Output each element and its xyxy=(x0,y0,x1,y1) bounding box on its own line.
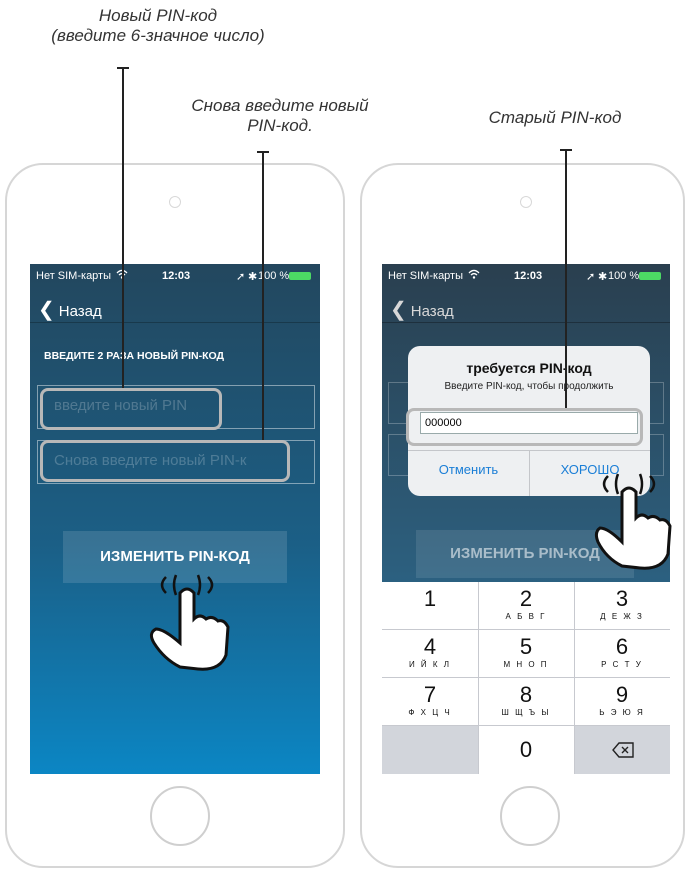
key-empty xyxy=(382,726,478,774)
back-label: Назад xyxy=(58,303,102,320)
keypad-grid-v1 xyxy=(478,582,479,774)
key-3[interactable]: 3Д Е Ж З xyxy=(574,582,670,629)
back-button[interactable]: ❮ Назад xyxy=(390,297,454,322)
pointer-line-old-pin xyxy=(565,150,567,408)
pointer-cap-old-pin xyxy=(560,149,572,151)
bluetooth-icon: ✱ xyxy=(598,271,608,283)
dialog-cancel-button[interactable]: Отменить xyxy=(408,450,529,496)
backspace-icon xyxy=(612,742,634,758)
dialog-message: Введите PIN-код, чтобы продолжить xyxy=(444,381,614,392)
pointer-cap-confirm-pin xyxy=(257,151,269,153)
clock: 12:03 xyxy=(162,270,191,282)
keypad-grid-h3 xyxy=(382,725,670,726)
key-8[interactable]: 8Ш Щ Ъ Ы xyxy=(478,678,574,725)
chevron-left-icon: ❮ xyxy=(390,299,407,321)
key-6[interactable]: 6Р С Т У xyxy=(574,630,670,677)
header-divider xyxy=(30,322,320,323)
back-button[interactable]: ❮ Назад xyxy=(38,297,102,322)
keypad-grid-h1 xyxy=(382,629,670,630)
wifi-icon xyxy=(468,269,480,279)
home-button-right[interactable] xyxy=(500,786,560,846)
annotation-new-pin: Новый PIN-код (введите 6-значное число) xyxy=(51,6,265,45)
dialog-title: требуется PIN-код xyxy=(466,360,592,376)
pointer-line-confirm-pin xyxy=(262,152,264,440)
key-backspace[interactable] xyxy=(574,726,670,774)
key-0[interactable]: 0 xyxy=(478,726,574,774)
battery-label: 100 % xyxy=(608,270,640,282)
carrier-label: Нет SIM-карты xyxy=(36,270,112,282)
status-bar: Нет SIM-карты 12:03 ➚ ✱ 100 % xyxy=(30,264,320,288)
key-4[interactable]: 4И Й К Л xyxy=(382,630,478,677)
highlight-confirm-pin xyxy=(40,440,290,482)
section-title: ВВЕДИТЕ 2 РАЗА НОВЫЙ PIN-КОД xyxy=(44,350,225,362)
pointer-line-new-pin xyxy=(122,68,124,388)
battery-icon xyxy=(639,272,661,280)
key-5[interactable]: 5М Н О П xyxy=(478,630,574,677)
annotation-confirm-pin: Снова введите новый PIN-код. xyxy=(191,96,369,135)
highlight-new-pin xyxy=(40,388,222,430)
location-icon: ➚ xyxy=(586,271,596,283)
numeric-keypad: 1 2А Б В Г 3Д Е Ж З 4И Й К Л 5М Н О П 6Р… xyxy=(382,582,670,774)
keypad-grid-h2 xyxy=(382,677,670,678)
key-1[interactable]: 1 xyxy=(382,582,478,629)
tap-hand-icon xyxy=(149,574,230,671)
tap-hand-icon xyxy=(594,473,672,570)
annotation-old-pin: Старый PIN-код xyxy=(488,108,622,127)
location-icon: ➚ xyxy=(236,271,246,283)
clock: 12:03 xyxy=(514,270,543,282)
camera-right xyxy=(520,196,532,208)
camera-left xyxy=(169,196,181,208)
pointer-cap-new-pin xyxy=(117,67,129,69)
keypad-grid-v2 xyxy=(574,582,575,774)
screen-left: Нет SIM-карты 12:03 ➚ ✱ 100 % ❮ Назад ВВЕ… xyxy=(30,264,320,774)
header-divider xyxy=(382,322,670,323)
bluetooth-icon: ✱ xyxy=(248,271,258,283)
chevron-left-icon: ❮ xyxy=(38,299,55,321)
status-bar: Нет SIM-карты 12:03 ➚ ✱ 100 % xyxy=(382,264,670,288)
key-7[interactable]: 7Ф Х Ц Ч xyxy=(382,678,478,725)
key-2[interactable]: 2А Б В Г xyxy=(478,582,574,629)
back-label: Назад xyxy=(410,303,454,320)
carrier-label: Нет SIM-карты xyxy=(388,270,464,282)
battery-icon xyxy=(289,272,311,280)
highlight-old-pin xyxy=(406,408,643,446)
key-9[interactable]: 9Ь Э Ю Я xyxy=(574,678,670,725)
home-button-left[interactable] xyxy=(150,786,210,846)
